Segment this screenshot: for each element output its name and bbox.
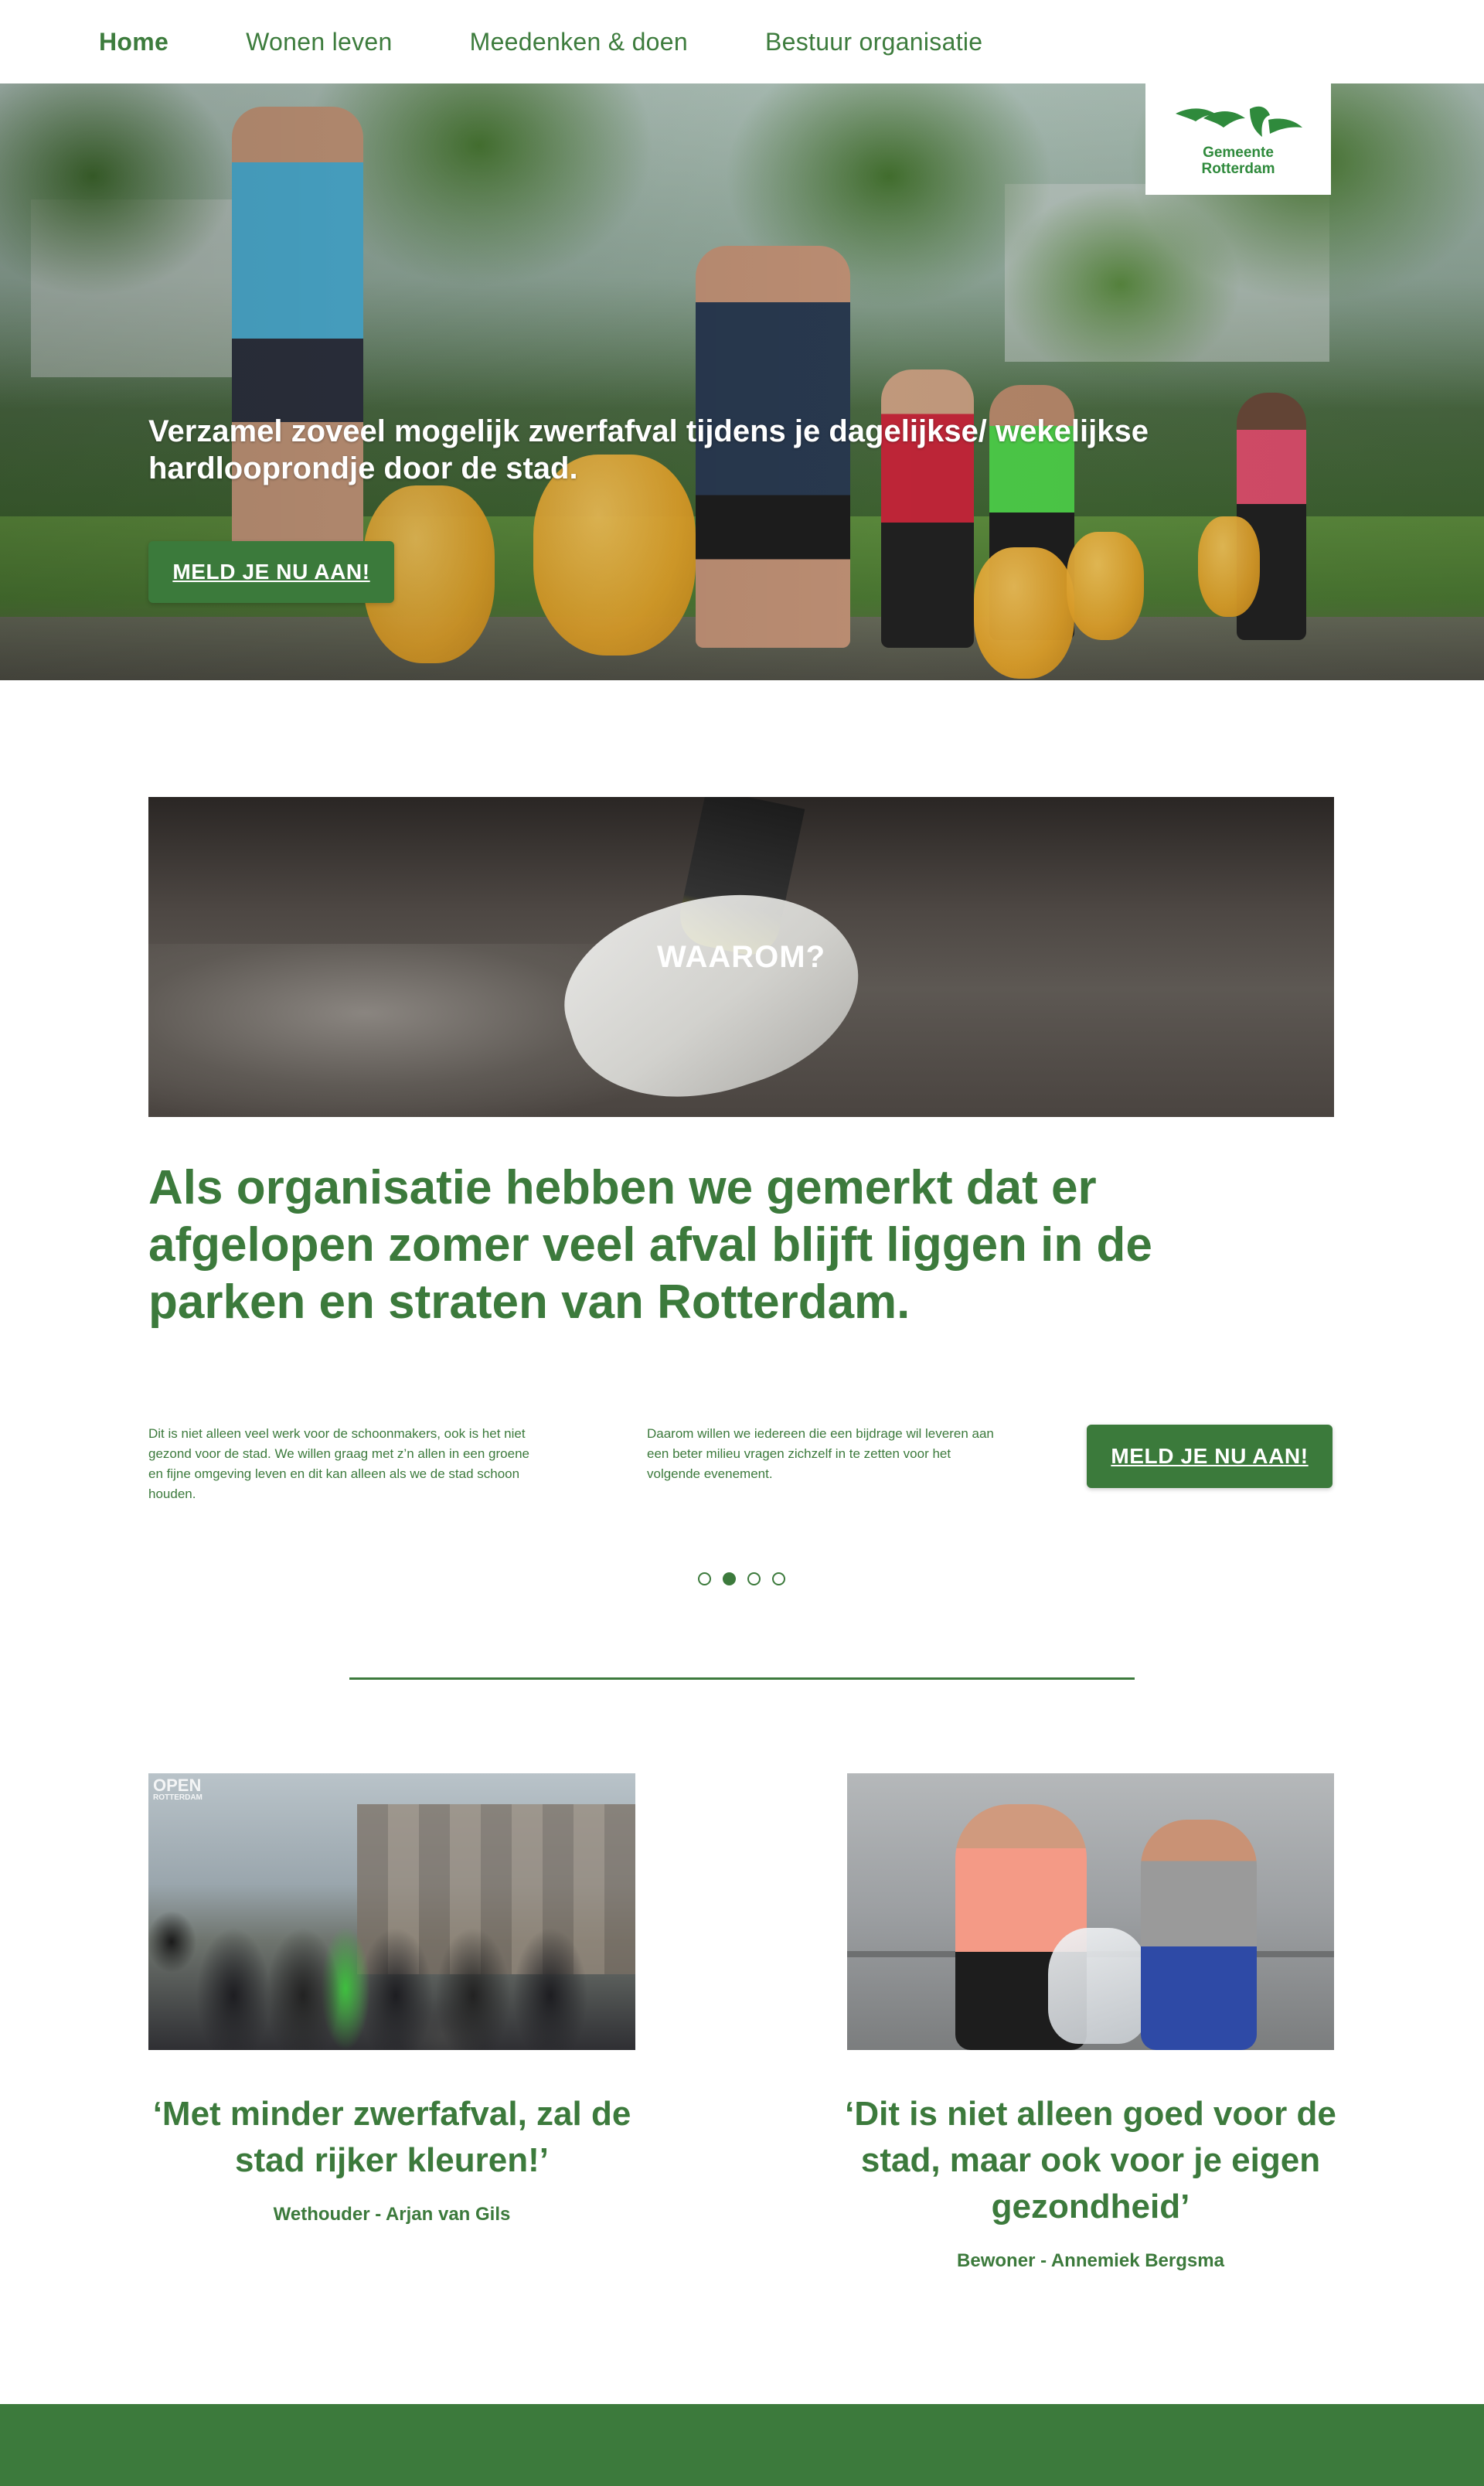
testimonial-quote-wethouder: ‘Met minder zwerfafval, zal de stad rijk… — [152, 2095, 631, 2179]
page-footer — [0, 2404, 1484, 2486]
waarom-signup-button[interactable]: MELD JE NU AAN! — [1087, 1425, 1333, 1488]
photo-woman-grey-shirt — [1141, 1820, 1257, 2050]
hero-signup-button[interactable]: MELD JE NU AAN! — [148, 541, 394, 603]
testimonial-image-bewoner — [847, 1773, 1334, 2050]
rotterdam-lion-logo-icon — [1176, 106, 1302, 137]
waarom-text-col-2: Daarom willen we iedereen die een bijdra… — [647, 1426, 994, 1481]
open-badge-text: OPEN — [153, 1776, 202, 1795]
open-badge-sub: ROTTERDAM — [153, 1793, 203, 1802]
carousel-dot-2[interactable] — [723, 1572, 736, 1585]
testimonial-author-bewoner: Bewoner - Annemiek Bergsma — [957, 2250, 1224, 2271]
hero-title: Verzamel zoveel mogelijk zwerfafval tijd… — [148, 414, 1149, 485]
nav-item-bestuur-organisatie[interactable]: Bestuur organisatie — [765, 28, 982, 56]
nav-item-meedenken-doen[interactable]: Meedenken & doen — [470, 28, 688, 56]
carousel-dots — [698, 1572, 785, 1585]
waarom-banner: WAAROM? — [148, 797, 1334, 1117]
carousel-dot-3[interactable] — [747, 1572, 761, 1585]
logo-line-rotterdam: Rotterdam — [1201, 161, 1275, 177]
nav-item-home[interactable]: Home — [99, 28, 168, 56]
nav-item-wonen-leven[interactable]: Wonen leven — [246, 28, 393, 56]
testimonial-author-wethouder: Wethouder - Arjan van Gils — [273, 2204, 511, 2225]
testimonial-quote-bewoner: ‘Dit is niet alleen goed voor de stad, m… — [845, 2095, 1336, 2225]
logo-line-gemeente: Gemeente — [1203, 145, 1274, 161]
waarom-label: WAAROM? — [656, 939, 826, 974]
section-divider — [349, 1677, 1135, 1680]
gemeente-rotterdam-logo[interactable]: Gemeente Rotterdam — [1145, 83, 1331, 195]
photo-group-of-kids — [148, 1888, 635, 2050]
photo-trash-bag — [1048, 1928, 1149, 2044]
carousel-dot-1[interactable] — [698, 1572, 711, 1585]
waarom-text-col-1: Dit is niet alleen veel werk voor de sch… — [148, 1426, 529, 1501]
open-rotterdam-badge: OPEN ROTTERDAM — [153, 1776, 203, 1803]
testimonial-image-wethouder: OPEN ROTTERDAM — [148, 1773, 635, 2050]
carousel-dot-4[interactable] — [772, 1572, 785, 1585]
waarom-heading: Als organisatie hebben we gemerkt dat er… — [148, 1161, 1152, 1329]
main-nav: Home Wonen leven Meedenken & doen Bestuu… — [0, 0, 1484, 83]
